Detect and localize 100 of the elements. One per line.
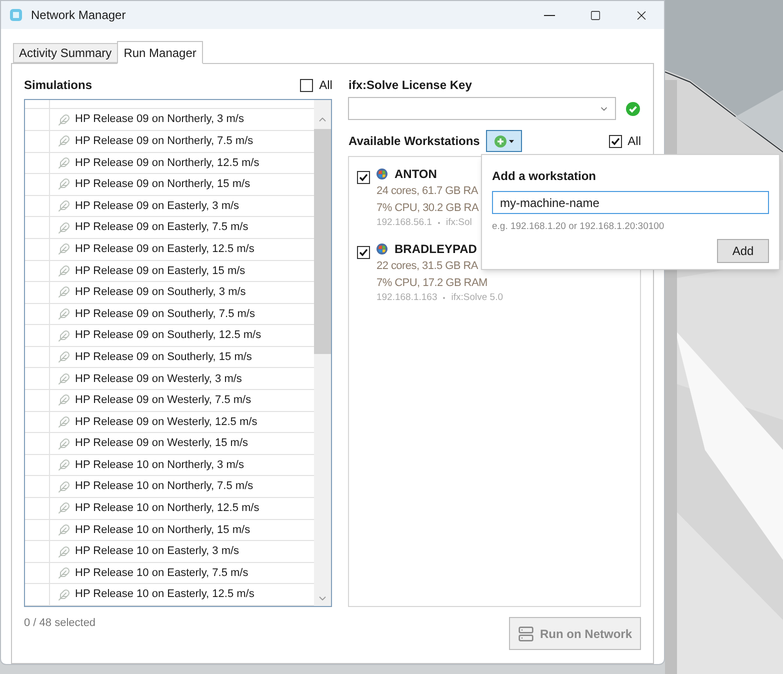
simulation-row[interactable]: HP Release 10 on Northerly, 12.5 m/s — [25, 498, 314, 520]
simulation-row[interactable]: HP Release 10 on Northerly, 3 m/s — [25, 454, 314, 476]
feather-icon — [58, 330, 70, 342]
simulation-row[interactable]: HP Release 09 on Southerly, 12.5 m/s — [25, 325, 314, 347]
globe-icon — [376, 168, 388, 180]
workstation-name: ANTON — [394, 166, 437, 183]
simulation-name: HP Release 09 on Westerly, 15 m/s — [75, 436, 248, 452]
add-workstation-button[interactable] — [486, 130, 522, 152]
workstation-usage: 7% CPU, 17.2 GB RAM — [376, 276, 488, 291]
license-key-dropdown[interactable] — [348, 97, 616, 120]
simulation-row[interactable]: HP Release 10 on Northerly, 15 m/s — [25, 520, 314, 542]
feather-icon — [58, 588, 70, 601]
workstation-checkbox[interactable] — [357, 171, 370, 184]
simulation-name: HP Release 10 on Easterly, 12.5 m/s — [75, 587, 254, 602]
feather-icon — [58, 286, 70, 298]
workstations-heading: Available Workstations — [348, 133, 480, 150]
simulation-name: HP Release 09 on Easterly, 12.5 m/s — [75, 242, 254, 257]
workstation-input-field[interactable]: my-machine-name — [492, 191, 769, 214]
caret-icon — [508, 140, 514, 142]
simulation-row[interactable]: HP Release 09 on Northerly, 15 m/s — [25, 174, 314, 196]
app-icon — [9, 8, 23, 22]
workstation-usage: 7% CPU, 30.2 GB RA — [376, 200, 479, 216]
feather-icon — [58, 264, 70, 277]
feather-icon — [58, 156, 70, 169]
simulation-row[interactable]: HP Release 10 on Easterly, 12.5 m/s — [25, 584, 314, 606]
simulation-name: HP Release 10 on Easterly, 7.5 m/s — [75, 566, 248, 581]
maximize-icon — [590, 10, 600, 20]
simulation-name: HP Release 10 on Northerly, 12.5 m/s — [75, 501, 260, 516]
feather-icon — [58, 502, 70, 514]
workstation-name: BRADLEYPAD — [394, 241, 477, 258]
feather-icon — [58, 222, 70, 234]
feather-icon — [58, 200, 70, 212]
feather-icon — [58, 438, 70, 450]
feather-icon — [58, 135, 70, 148]
feather-icon — [58, 480, 70, 493]
license-heading: ifx:Solve License Key — [348, 77, 473, 94]
simulation-row[interactable]: HP Release 09 on Westerly, 3 m/s — [25, 368, 314, 390]
server-icon — [518, 626, 534, 642]
simulation-row[interactable]: HP Release 10 on Easterly, 3 m/s — [25, 541, 314, 563]
simulation-name: HP Release 10 on Northerly, 7.5 m/s — [75, 479, 254, 494]
simulation-row[interactable]: HP Release 09 on Easterly, 15 m/s — [25, 260, 314, 282]
simulation-name: HP Release 09 on Northerly, 7.5 m/s — [75, 134, 254, 149]
simulation-name: HP Release 09 on Easterly, 7.5 m/s — [75, 220, 248, 236]
tab[interactable]: Run Manager — [116, 41, 204, 64]
simulation-name: HP Release 10 on Easterly, 3 m/s — [75, 544, 240, 560]
simulation-row[interactable]: HP Release 10 on Northerly, 7.5 m/s — [25, 476, 314, 498]
simulation-row[interactable]: HP Release 09 on Westerly, 15 m/s — [25, 433, 314, 455]
simulation-row[interactable]: HP Release 09 on Easterly, 7.5 m/s — [25, 217, 314, 239]
simulation-name: HP Release 09 on Southerly, 3 m/s — [75, 285, 246, 300]
all-label: All — [628, 133, 641, 150]
globe-icon — [376, 243, 388, 256]
simulation-row[interactable]: HP Release 09 on Southerly, 15 m/s — [25, 346, 314, 368]
simulation-row[interactable]: HP Release 09 on Northerly, 12.5 m/s — [25, 152, 314, 174]
feather-icon — [58, 546, 70, 558]
selection-count: 0 / 48 selected — [24, 616, 97, 631]
simulation-name: HP Release 09 on Southerly, 12.5 m/s — [75, 328, 262, 344]
simulation-name: HP Release 09 on Northerly, 3 m/s — [75, 112, 244, 128]
all-checkbox[interactable] — [608, 134, 622, 148]
feather-icon — [58, 351, 70, 364]
simulation-row[interactable]: HP Release 10 on Easterly, 7.5 m/s — [25, 562, 314, 584]
tab[interactable]: Activity Summary — [13, 43, 117, 63]
simulations-heading: Simulations — [24, 77, 92, 94]
simulation-row[interactable]: HP Release 09 on Northerly, 3 m/s — [25, 109, 314, 131]
simulation-name: HP Release 09 on Southerly, 7.5 m/s — [75, 306, 255, 322]
feather-icon — [58, 372, 70, 385]
simulation-row[interactable]: HP Release 09 on Northerly, 7.5 m/s — [25, 130, 314, 153]
feather-icon — [58, 416, 70, 428]
simulation-name: HP Release 09 on Northerly, 15 m/s — [75, 177, 250, 192]
feather-icon — [58, 459, 70, 472]
simulation-row[interactable]: HP Release 09 on Easterly, 12.5 m/s — [25, 238, 314, 260]
scroll-thumb[interactable] — [314, 129, 332, 354]
simulation-name: HP Release 09 on Easterly, 15 m/s — [75, 264, 246, 279]
simulation-row[interactable]: HP Release 09 on Southerly, 3 m/s — [25, 282, 314, 304]
workstation-address: 192.168.56.1 — [376, 216, 432, 230]
feather-icon — [58, 308, 70, 320]
simulation-row[interactable]: HP Release 09 on Westerly, 7.5 m/s — [25, 390, 314, 412]
add-button[interactable]: Add — [717, 239, 769, 264]
all-checkbox[interactable] — [300, 78, 314, 92]
minimize-icon — [544, 14, 554, 16]
simulation-name: HP Release 09 on Westerly, 12.5 m/s — [75, 414, 258, 430]
feather-icon — [58, 114, 70, 126]
plus-circle-icon — [494, 134, 507, 148]
simulation-row[interactable]: HP Release 09 on Easterly, 3 m/s — [25, 196, 314, 218]
scrollbar[interactable] — [314, 100, 332, 606]
window-title: Network Manager — [31, 7, 126, 24]
workstation-specs: 24 cores, 61.7 GB RA — [376, 184, 479, 199]
simulation-row[interactable]: HP Release 09 on Westerly, 12.5 m/s — [25, 412, 314, 434]
popup-title: Add a workstation — [492, 168, 598, 185]
simulation-name: HP Release 09 on Northerly, 12.5 m/s — [75, 156, 260, 171]
workstation-checkbox[interactable] — [357, 246, 370, 260]
feather-icon — [58, 178, 70, 190]
hint-text: e.g. 192.168.1.20 or 192.168.1.20:30100 — [492, 220, 666, 234]
feather-icon — [58, 567, 70, 580]
simulation-name: HP Release 09 on Westerly, 7.5 m/s — [75, 393, 252, 408]
simulation-name: HP Release 09 on Southerly, 15 m/s — [75, 350, 252, 365]
workstation-address: 192.168.1.163 — [376, 291, 438, 306]
simulation-row[interactable]: HP Release 09 on Southerly, 7.5 m/s — [25, 304, 314, 326]
all-label: All — [319, 77, 332, 94]
simulation-name: HP Release 09 on Westerly, 3 m/s — [75, 372, 242, 387]
workstation-version: ifx:Solve 5.0 — [451, 291, 503, 306]
